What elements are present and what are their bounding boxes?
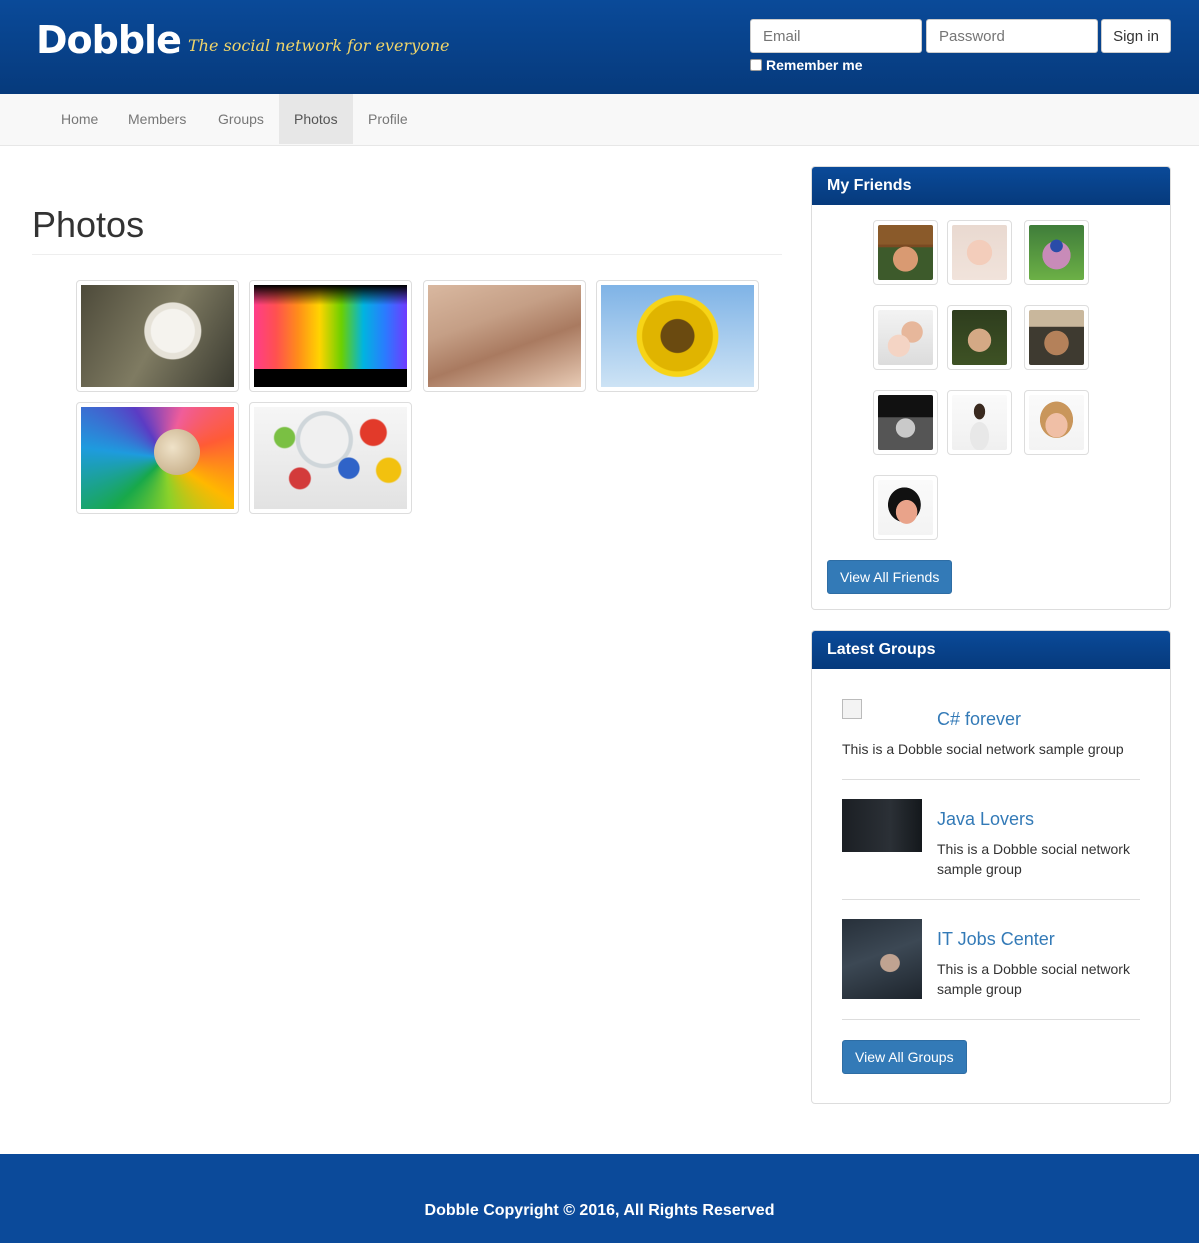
group-description: This is a Dobble social network sample g… (842, 741, 1124, 757)
friends-panel: My Friends View All Friends (811, 166, 1171, 610)
sign-in-button[interactable]: Sign in (1101, 19, 1171, 53)
nav-groups[interactable]: Groups (203, 94, 279, 144)
park-bench-image (428, 285, 581, 387)
eagle-image (81, 285, 234, 387)
group-description: This is a Dobble social network sample g… (937, 961, 1130, 997)
broken-image-icon (842, 699, 862, 719)
group-divider (842, 1019, 1140, 1020)
site-header: Dobble The social network for everyone S… (0, 0, 1199, 94)
friend-avatar[interactable] (947, 220, 1012, 285)
view-all-groups-button[interactable]: View All Groups (842, 1040, 967, 1074)
group-name-link[interactable]: IT Jobs Center (937, 929, 1055, 950)
avatar (952, 395, 1007, 450)
avatar (952, 225, 1007, 280)
copyright-text: Dobble Copyright © 2016, All Rights Rese… (424, 1202, 775, 1219)
photo-thumbnail-sunflower[interactable] (596, 280, 759, 392)
group-divider (842, 779, 1140, 780)
group-description-text: This is a Dobble social network sample g… (937, 841, 1130, 877)
nav-photos[interactable]: Photos (279, 94, 353, 144)
photo-thumbnail-marbles[interactable] (249, 402, 412, 514)
site-tagline: The social network for everyone (188, 36, 450, 55)
photo-thumbnail-park-bench[interactable] (423, 280, 586, 392)
marbles-image (254, 407, 407, 509)
site-logo[interactable]: Dobble (36, 18, 182, 62)
photo-thumbnail-pinwheel[interactable] (76, 402, 239, 514)
group-item: IT Jobs Center This is a Dobble social n… (842, 919, 1140, 999)
site-footer: Dobble Copyright © 2016, All Rights Rese… (0, 1154, 1199, 1243)
groups-panel-title: Latest Groups (812, 631, 1170, 669)
group-thumbnail[interactable] (842, 799, 922, 852)
friend-avatar[interactable] (947, 390, 1012, 455)
group-description: This is a Dobble social network sample g… (937, 839, 1140, 879)
avatar (878, 480, 933, 535)
groups-panel: Latest Groups C# forever This is a Dobbl… (811, 630, 1171, 1104)
title-divider (32, 254, 782, 255)
group-divider (842, 899, 1140, 900)
avatar (1029, 395, 1084, 450)
photo-thumbnail-colored-tubes[interactable] (249, 280, 412, 392)
friend-avatar[interactable] (1024, 305, 1089, 370)
group-item: Java Lovers This is a Dobble social netw… (842, 799, 1140, 879)
group-thumbnail[interactable] (842, 919, 922, 999)
photo-thumbnail-eagle[interactable] (76, 280, 239, 392)
avatar (878, 395, 933, 450)
avatar (1029, 225, 1084, 280)
avatar (1029, 310, 1084, 365)
email-field[interactable] (750, 19, 922, 53)
colored-tubes-image (254, 285, 407, 387)
view-all-friends-button[interactable]: View All Friends (827, 560, 953, 594)
friend-avatar[interactable] (873, 475, 938, 540)
friend-avatar[interactable] (1024, 390, 1089, 455)
nav-profile[interactable]: Profile (353, 94, 423, 144)
group-name-link[interactable]: Java Lovers (937, 809, 1034, 830)
friend-avatar[interactable] (947, 305, 1012, 370)
avatar (952, 310, 1007, 365)
friends-panel-title: My Friends (812, 167, 1170, 205)
page-title: Photos (32, 204, 145, 245)
pinwheel-image (81, 407, 234, 509)
friend-avatar[interactable] (873, 220, 938, 285)
remember-me-checkbox[interactable] (750, 59, 762, 71)
remember-me-label: Remember me (766, 57, 863, 73)
friend-avatar[interactable] (873, 390, 938, 455)
nav-members[interactable]: Members (113, 94, 201, 144)
nav-home[interactable]: Home (46, 94, 113, 144)
remember-me[interactable]: Remember me (750, 57, 863, 73)
sunflower-image (601, 285, 754, 387)
group-item: C# forever This is a Dobble social netwo… (842, 699, 1140, 769)
group-name-link[interactable]: C# forever (937, 709, 1021, 730)
avatar (878, 225, 933, 280)
password-field[interactable] (926, 19, 1098, 53)
friend-avatar[interactable] (873, 305, 938, 370)
main-nav: Home Members Groups Photos Profile (0, 94, 1199, 146)
friend-avatar[interactable] (1024, 220, 1089, 285)
avatar (878, 310, 933, 365)
